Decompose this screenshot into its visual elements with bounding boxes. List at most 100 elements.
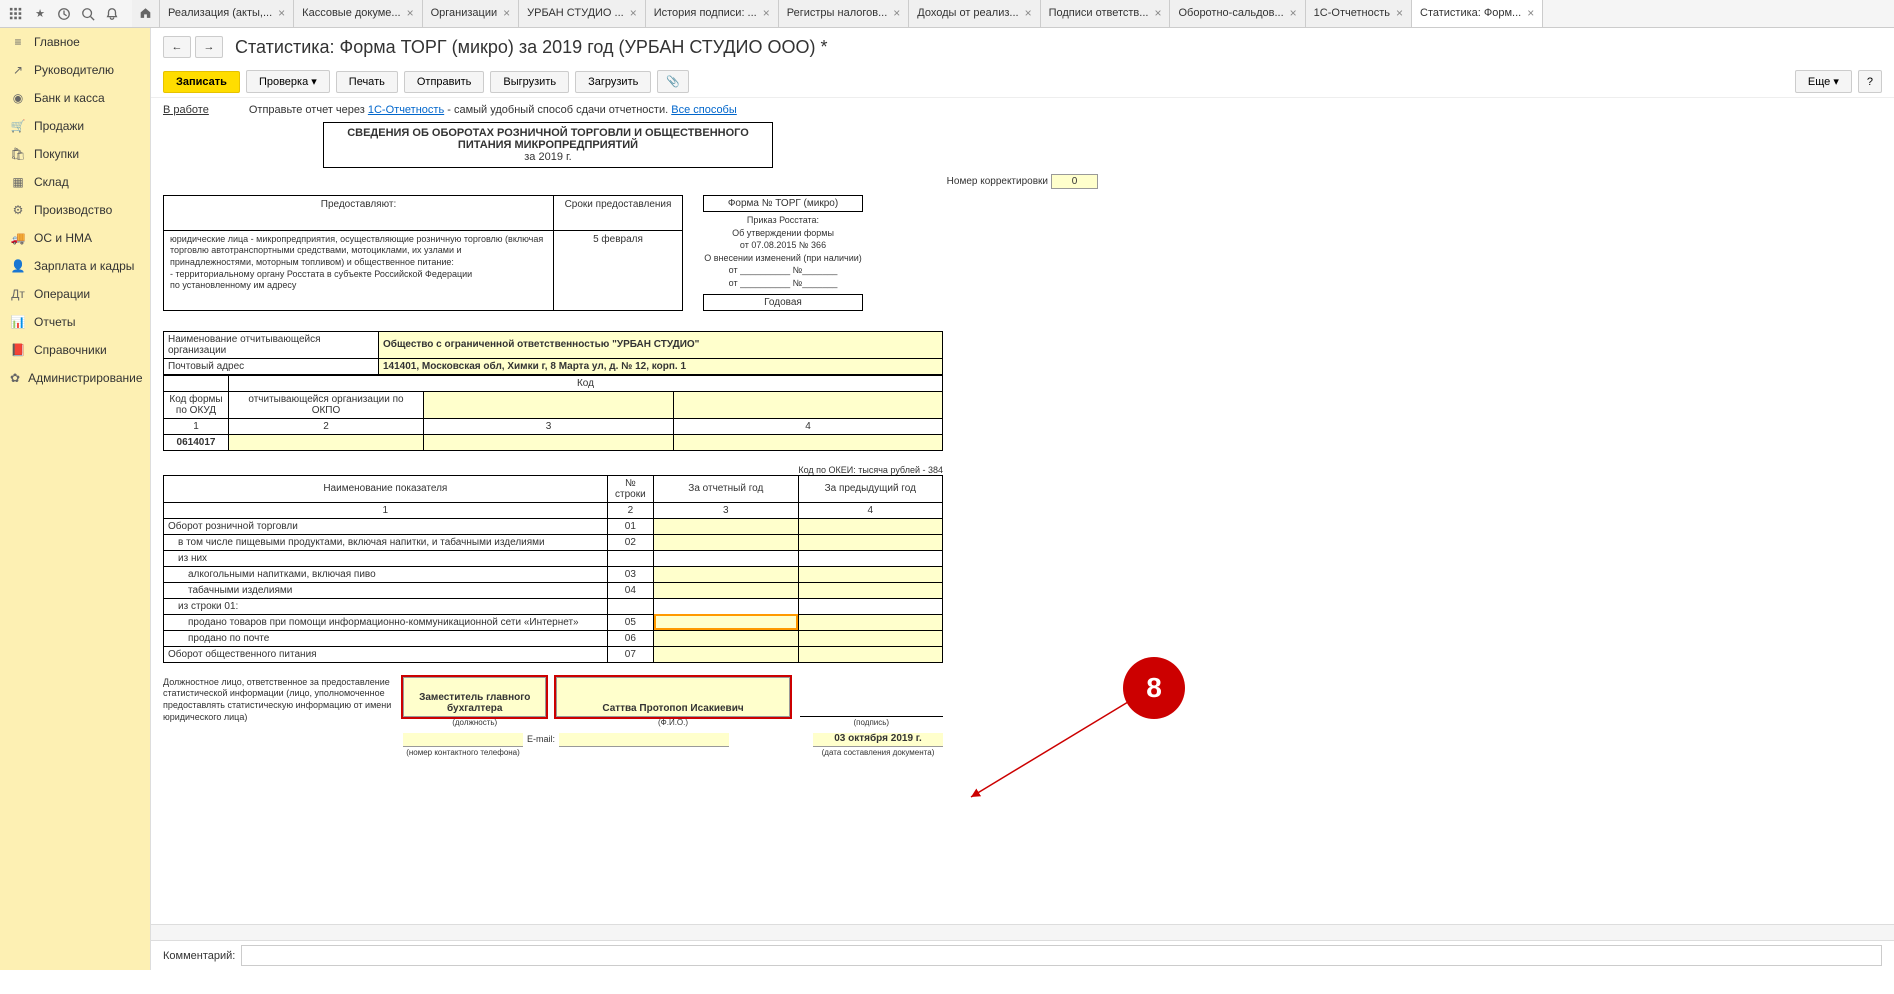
more-button[interactable]: Еще ▾ — [1795, 70, 1852, 93]
tab-4[interactable]: История подписи: ...× — [646, 0, 779, 27]
tab-close-icon[interactable]: × — [278, 7, 285, 19]
nav-back-button[interactable]: ← — [163, 36, 191, 58]
horizontal-scrollbar[interactable] — [151, 924, 1894, 940]
sidebar-item-3[interactable]: 🛒Продажи — [0, 112, 150, 140]
apps-icon[interactable] — [4, 2, 28, 26]
cell-prev- — [798, 550, 942, 566]
sidebar-item-4[interactable]: 🛍Покупки — [0, 140, 150, 168]
tab-close-icon[interactable]: × — [630, 7, 637, 19]
tab-close-icon[interactable]: × — [1527, 7, 1534, 19]
tab-close-icon[interactable]: × — [763, 7, 770, 19]
send-button[interactable]: Отправить — [404, 71, 485, 93]
correction-input[interactable]: 0 — [1051, 174, 1099, 189]
cell-current-04[interactable] — [654, 582, 798, 598]
print-button[interactable]: Печать — [336, 71, 398, 93]
sidebar-item-7[interactable]: 🚚 ОС и НМА — [0, 224, 150, 252]
table-row: из строки 01: — [164, 598, 943, 614]
nav-forward-button[interactable]: → — [195, 36, 223, 58]
signature-row2: (номер контактного телефона) E-mail: 03 … — [163, 733, 943, 757]
sig-position-box[interactable]: Заместитель главного бухгалтера (должнос… — [403, 677, 546, 727]
sidebar: ≡Главное↗Руководителю◉Банк и касса🛒Прода… — [0, 28, 151, 970]
tab-close-icon[interactable]: × — [1025, 7, 1032, 19]
tab-10[interactable]: Статистика: Форм...× — [1412, 0, 1543, 27]
signature-area: Должностное лицо, ответственное за предо… — [163, 677, 943, 727]
sidebar-item-12[interactable]: ✿Администрирование — [0, 364, 150, 392]
tab-home[interactable] — [132, 0, 160, 27]
tab-9[interactable]: 1С-Отчетность× — [1306, 0, 1412, 27]
tab-close-icon[interactable]: × — [1290, 7, 1297, 19]
cell-prev-06[interactable] — [798, 630, 942, 646]
import-button[interactable]: Загрузить — [575, 71, 651, 93]
cell-current-01[interactable] — [654, 518, 798, 534]
sidebar-item-5[interactable]: ▦Склад — [0, 168, 150, 196]
cell-prev-04[interactable] — [798, 582, 942, 598]
cell-current- — [654, 550, 798, 566]
tab-8[interactable]: Оборотно-сальдов...× — [1170, 0, 1305, 27]
tab-1[interactable]: Кассовые докуме...× — [294, 0, 422, 27]
cell-prev- — [798, 598, 942, 614]
cell-current-03[interactable] — [654, 566, 798, 582]
provide-table: Предоставляют: Сроки предоставления юрид… — [163, 195, 683, 311]
tab-close-icon[interactable]: × — [1154, 7, 1161, 19]
sig-sign-box[interactable]: (подпись) — [800, 677, 943, 727]
cell-current-06[interactable] — [654, 630, 798, 646]
cell-current-05[interactable] — [654, 614, 798, 630]
form-name-box: Форма № ТОРГ (микро) — [703, 195, 863, 212]
cell-prev-05[interactable] — [798, 614, 942, 630]
tab-close-icon[interactable]: × — [893, 7, 900, 19]
table-row: Оборот общественного питания07 — [164, 646, 943, 662]
tab-close-icon[interactable]: × — [1396, 7, 1403, 19]
cell-current- — [654, 598, 798, 614]
cell-prev-02[interactable] — [798, 534, 942, 550]
tab-6[interactable]: Доходы от реализ...× — [909, 0, 1040, 27]
attach-button[interactable]: 📎 — [657, 70, 689, 93]
email-input[interactable] — [559, 733, 729, 747]
sidebar-label: Банк и касса — [34, 91, 105, 105]
history-icon[interactable] — [52, 2, 76, 26]
sidebar-item-8[interactable]: 👤Зарплата и кадры — [0, 252, 150, 280]
comment-input[interactable] — [241, 945, 1882, 966]
sidebar-item-6[interactable]: ⚙ Производство — [0, 196, 150, 224]
tab-5[interactable]: Регистры налогов...× — [779, 0, 910, 27]
form-area[interactable]: СВЕДЕНИЯ ОБ ОБОРОТАХ РОЗНИЧНОЙ ТОРГОВЛИ … — [151, 122, 1894, 924]
sidebar-item-0[interactable]: ≡Главное — [0, 28, 150, 56]
cell-current-07[interactable] — [654, 646, 798, 662]
phone-input[interactable] — [403, 733, 523, 747]
tab-close-icon[interactable]: × — [407, 7, 414, 19]
sidebar-item-1[interactable]: ↗Руководителю — [0, 56, 150, 84]
sidebar-label: Администрирование — [28, 371, 142, 385]
action-toolbar: Записать Проверка ▾ Печать Отправить Выг… — [151, 66, 1894, 98]
tab-3[interactable]: УРБАН СТУДИО ...× — [519, 0, 646, 27]
sidebar-item-9[interactable]: ДтОперации — [0, 280, 150, 308]
sidebar-item-10[interactable]: 📊Отчеты — [0, 308, 150, 336]
sidebar-icon: 🚚 — [10, 230, 26, 246]
bell-icon[interactable] — [100, 2, 124, 26]
sidebar-icon: Дт — [10, 286, 26, 302]
sidebar-label: ОС и НМА — [34, 231, 92, 245]
sidebar-icon: ⚙ — [10, 202, 26, 218]
cell-current-02[interactable] — [654, 534, 798, 550]
sig-name-box[interactable]: Саттва Протопоп Исакиевич (Ф.И.О.) — [556, 677, 789, 727]
search-icon[interactable] — [76, 2, 100, 26]
sidebar-item-11[interactable]: 📕Справочники — [0, 336, 150, 364]
help-button[interactable]: ? — [1858, 70, 1882, 93]
link-1c[interactable]: 1С-Отчетность — [368, 104, 444, 116]
export-button[interactable]: Выгрузить — [490, 71, 569, 93]
sidebar-label: Производство — [34, 203, 112, 217]
sidebar-icon: 📕 — [10, 342, 26, 358]
link-all-ways[interactable]: Все способы — [671, 104, 737, 116]
cell-prev-01[interactable] — [798, 518, 942, 534]
cell-prev-03[interactable] — [798, 566, 942, 582]
tab-0[interactable]: Реализация (акты,...× — [160, 0, 294, 27]
sidebar-item-2[interactable]: ◉Банк и касса — [0, 84, 150, 112]
cell-prev-07[interactable] — [798, 646, 942, 662]
star-icon[interactable]: ★ — [28, 2, 52, 26]
tab-2[interactable]: Организации× — [423, 0, 520, 27]
check-button[interactable]: Проверка ▾ — [246, 70, 330, 93]
sidebar-label: Отчеты — [34, 315, 75, 329]
sidebar-icon: 🛍 — [10, 146, 26, 162]
write-button[interactable]: Записать — [163, 71, 240, 93]
tab-7[interactable]: Подписи ответств...× — [1041, 0, 1171, 27]
tab-close-icon[interactable]: × — [503, 7, 510, 19]
date-field[interactable]: 03 октября 2019 г. — [813, 733, 943, 747]
